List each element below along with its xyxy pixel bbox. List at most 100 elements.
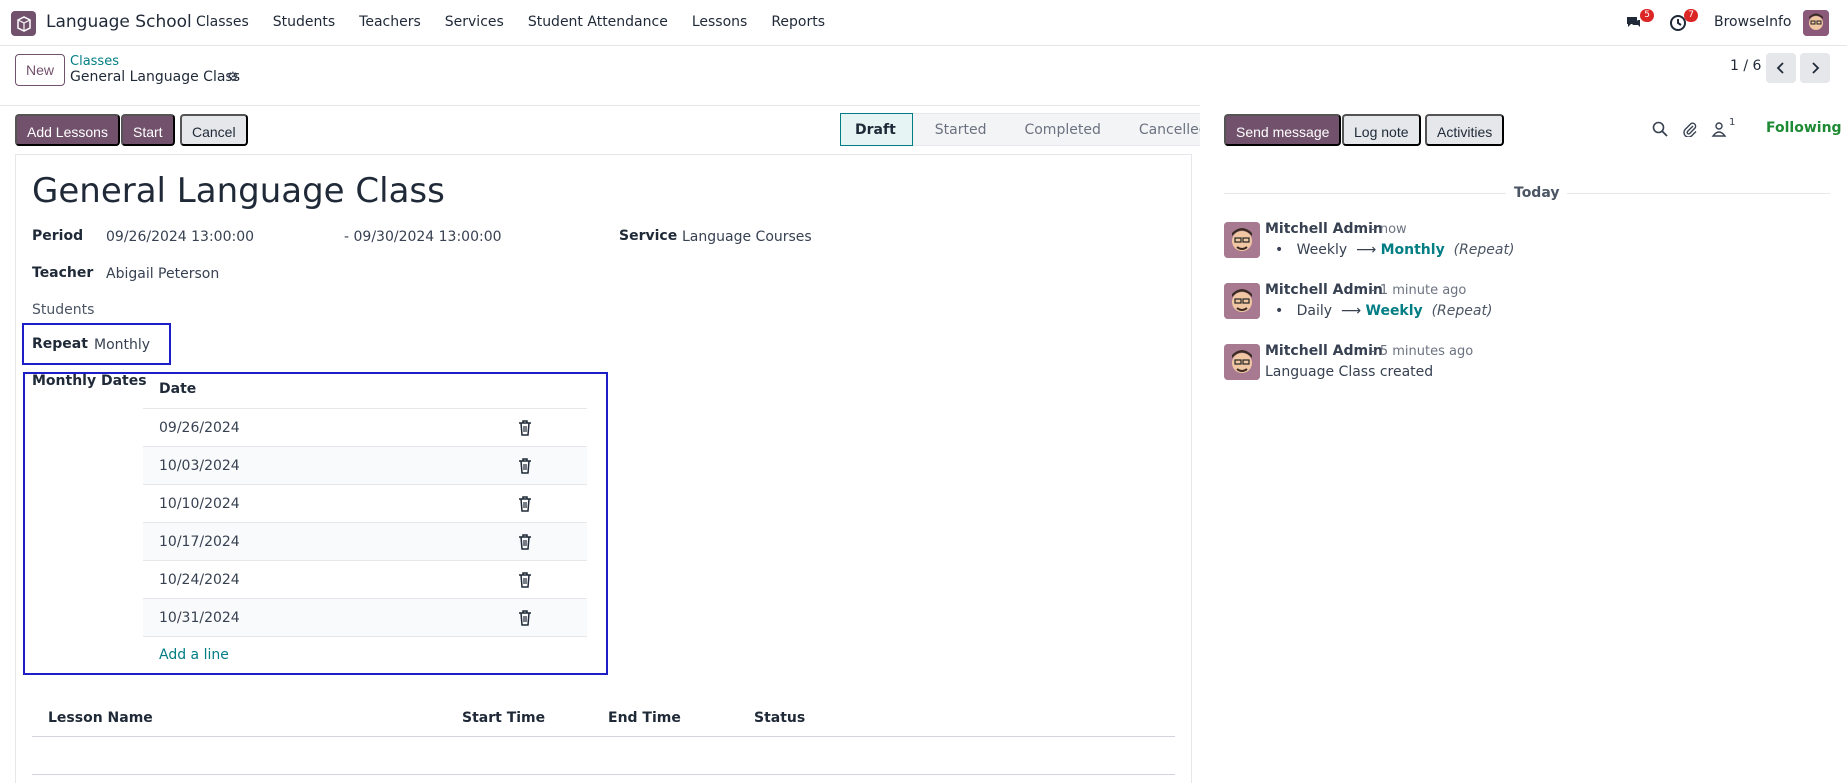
old-value: Daily — [1296, 303, 1333, 319]
followers-icon[interactable] — [1711, 121, 1727, 137]
record-title[interactable]: General Language Class — [32, 171, 445, 211]
trash-icon[interactable] — [518, 458, 532, 474]
service-label: Service — [619, 228, 678, 244]
repeat-field[interactable]: Monthly — [94, 337, 150, 353]
new-value: Weekly — [1365, 303, 1423, 319]
arrow-icon: ⟶ — [1356, 242, 1377, 258]
start-time-column-header[interactable]: Start Time — [462, 710, 545, 726]
following-button[interactable]: Following — [1766, 120, 1842, 136]
breadcrumb-current: General Language Class — [70, 69, 240, 85]
monthly-dates-label: Monthly Dates — [32, 373, 147, 389]
date-cell[interactable]: 10/10/2024 — [159, 496, 240, 512]
message-author[interactable]: Mitchell Admin — [1265, 282, 1383, 298]
table-row[interactable]: 10/17/2024 — [143, 522, 587, 560]
trash-icon[interactable] — [518, 420, 532, 436]
breadcrumb-classes[interactable]: Classes — [70, 54, 119, 69]
messages-badge: 5 — [1640, 9, 1654, 22]
user-avatar[interactable] — [1803, 10, 1829, 36]
teacher-field[interactable]: Abigail Peterson — [106, 266, 219, 282]
chevron-right-icon — [1812, 62, 1820, 74]
avatar[interactable] — [1224, 283, 1260, 319]
tracking-value: • Daily ⟶ Weekly (Repeat) — [1275, 303, 1492, 319]
trash-icon[interactable] — [518, 534, 532, 550]
period-end-field[interactable]: - 09/30/2024 13:00:00 — [344, 229, 502, 245]
date-column-header[interactable]: Date — [159, 381, 196, 397]
app-name[interactable]: Language School — [46, 12, 192, 32]
stage-completed[interactable]: Completed — [1002, 113, 1117, 146]
students-label: Students — [32, 302, 95, 318]
today-label: Today — [1506, 185, 1568, 201]
menu-students[interactable]: Students — [273, 14, 335, 30]
start-button[interactable]: Start — [121, 114, 175, 146]
period-label: Period — [32, 228, 84, 244]
old-value: Weekly — [1296, 242, 1348, 258]
dates-table-bottom-border — [143, 636, 587, 637]
new-value: Monthly — [1380, 242, 1445, 258]
date-cell[interactable]: 10/03/2024 — [159, 458, 240, 474]
message-author[interactable]: Mitchell Admin — [1265, 221, 1383, 237]
activities-button[interactable]: Activities — [1425, 114, 1505, 146]
activities-clock-icon[interactable]: 7 — [1668, 9, 1698, 33]
search-icon[interactable] — [1652, 121, 1668, 137]
date-cell[interactable]: 09/26/2024 — [159, 420, 240, 436]
menu-classes[interactable]: Classes — [196, 14, 249, 30]
menu-reports[interactable]: Reports — [771, 14, 825, 30]
period-start-field[interactable]: 09/26/2024 13:00:00 — [106, 229, 254, 245]
menu-student-attendance[interactable]: Student Attendance — [528, 14, 668, 30]
send-message-button[interactable]: Send message — [1224, 114, 1342, 146]
pager-value[interactable]: 1 / 6 — [1730, 58, 1761, 74]
chevron-left-icon — [1776, 62, 1784, 74]
cancel-button[interactable]: Cancel — [180, 114, 248, 146]
avatar[interactable] — [1224, 222, 1260, 258]
bullet: • — [1275, 242, 1284, 258]
stage-started[interactable]: Started — [912, 113, 1003, 146]
avatar[interactable] — [1224, 344, 1260, 380]
pager-next-button[interactable] — [1800, 53, 1830, 83]
stage-draft[interactable]: Draft — [840, 113, 913, 146]
status-bar: Draft Started Completed Cancelled — [840, 113, 1224, 146]
menu-teachers[interactable]: Teachers — [359, 14, 421, 30]
date-cell[interactable]: 10/31/2024 — [159, 610, 240, 626]
followers-count: 1 — [1729, 117, 1736, 128]
log-note-button[interactable]: Log note — [1342, 114, 1421, 146]
date-cell[interactable]: 10/24/2024 — [159, 572, 240, 588]
monthly-dates-table: 09/26/2024 10/03/2024 10/10/2024 10/17/2… — [143, 408, 587, 636]
message-time: - now — [1371, 222, 1407, 237]
pager-previous-button[interactable] — [1766, 53, 1796, 83]
menu-services[interactable]: Services — [445, 14, 504, 30]
table-row[interactable]: 10/31/2024 — [143, 598, 587, 636]
status-column-header[interactable]: Status — [754, 710, 805, 726]
new-button[interactable]: New — [15, 54, 66, 86]
lessons-table-header-border — [32, 736, 1175, 737]
date-cell[interactable]: 10/17/2024 — [159, 534, 240, 550]
company-switcher[interactable]: BrowseInfo — [1714, 14, 1791, 30]
teacher-label: Teacher — [32, 265, 94, 281]
table-row[interactable]: 09/26/2024 — [143, 408, 587, 446]
service-field[interactable]: Language Courses — [682, 229, 812, 245]
table-row[interactable]: 10/03/2024 — [143, 446, 587, 484]
message-body: Language Class created — [1265, 364, 1434, 380]
message-author[interactable]: Mitchell Admin — [1265, 343, 1383, 359]
field-name: (Repeat) — [1453, 242, 1515, 258]
add-line-link[interactable]: Add a line — [159, 647, 229, 663]
top-navbar: Language School Classes Students Teacher… — [0, 0, 1847, 46]
lessons-table-row-border — [32, 774, 1175, 775]
lesson-name-column-header[interactable]: Lesson Name — [48, 710, 153, 726]
menu-lessons[interactable]: Lessons — [692, 14, 748, 30]
message-time: - 1 minute ago — [1371, 283, 1467, 298]
table-row[interactable]: 10/24/2024 — [143, 560, 587, 598]
paperclip-icon[interactable] — [1682, 121, 1698, 137]
chatter-panel — [1200, 105, 1847, 783]
message-time: - 5 minutes ago — [1371, 344, 1474, 359]
app-icon[interactable] — [11, 11, 36, 36]
messages-icon[interactable]: 5 — [1624, 9, 1654, 33]
gear-icon[interactable]: ⚙ — [227, 70, 239, 85]
main-menu: Classes Students Teachers Services Stude… — [196, 14, 849, 30]
trash-icon[interactable] — [518, 496, 532, 512]
trash-icon[interactable] — [518, 610, 532, 626]
table-row[interactable]: 10/10/2024 — [143, 484, 587, 522]
end-time-column-header[interactable]: End Time — [608, 710, 681, 726]
arrow-icon: ⟶ — [1340, 303, 1362, 319]
add-lessons-button[interactable]: Add Lessons — [15, 114, 120, 146]
trash-icon[interactable] — [518, 572, 532, 588]
